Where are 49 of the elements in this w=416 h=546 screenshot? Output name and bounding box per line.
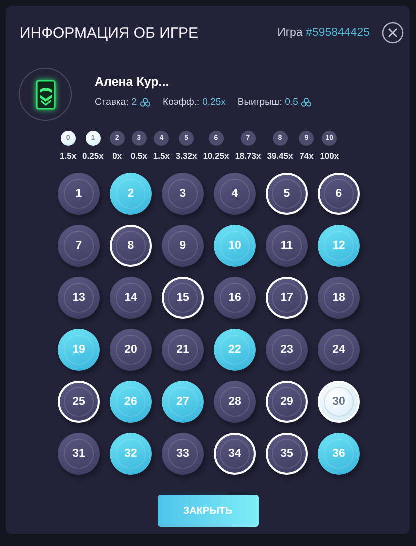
stat-label: Ставка:	[95, 97, 129, 108]
multiplier: 39.45x	[267, 151, 294, 161]
number-ball[interactable]: 3	[162, 173, 204, 215]
number-ball[interactable]: 14	[110, 277, 152, 319]
number-ball[interactable]: 23	[266, 329, 308, 371]
number-ball[interactable]: 6	[318, 173, 360, 215]
multiplier: 18.73x	[235, 151, 262, 161]
multiplier: 0.25x	[82, 151, 104, 161]
stat-label: Выигрыш:	[238, 97, 282, 108]
game-id: Игра #595844425	[278, 27, 370, 39]
dialog-title: ИНФОРМАЦИЯ ОБ ИГРЕ	[20, 24, 200, 42]
number-ball[interactable]: 21	[162, 329, 204, 371]
number-ball[interactable]: 31	[58, 433, 100, 475]
multiplier: 1.5x	[60, 151, 77, 161]
number-ball[interactable]: 1	[58, 173, 100, 215]
stat-value: 0.25x	[202, 97, 226, 108]
number-ball[interactable]: 9	[162, 225, 204, 267]
stat-value: 0.5	[285, 97, 298, 108]
number-ball[interactable]: 18	[318, 277, 360, 319]
player-name: Алена Кур...	[95, 75, 170, 89]
number-ball[interactable]: 20	[110, 329, 152, 371]
number-ball[interactable]: 13	[58, 277, 100, 319]
multiplier: 100x	[320, 151, 340, 161]
multiplier: 1.5x	[153, 151, 170, 161]
number-ball[interactable]: 11	[266, 225, 308, 267]
multiplier: 0x	[112, 151, 122, 161]
number-ball[interactable]: 8	[110, 225, 152, 267]
number-ball[interactable]: 34	[214, 433, 256, 475]
number-ball[interactable]: 35	[266, 433, 308, 475]
number-ball[interactable]: 16	[214, 277, 256, 319]
close-icon[interactable]	[382, 22, 404, 44]
multiplier: 10.25x	[203, 151, 230, 161]
number-ball[interactable]: 33	[162, 433, 204, 475]
number-ball[interactable]: 17	[266, 277, 308, 319]
number-ball[interactable]: 4	[214, 173, 256, 215]
stat-label: Коэфф.:	[163, 97, 200, 108]
multiplier: 3.32x	[176, 151, 198, 161]
chevron-badge-icon	[36, 80, 56, 110]
number-ball[interactable]: 30	[318, 381, 360, 423]
multiplier: 74x	[300, 151, 314, 161]
number-ball[interactable]: 28	[214, 381, 256, 423]
multiplier: 0.5x	[130, 151, 148, 161]
number-ball[interactable]: 29	[266, 381, 308, 423]
number-ball[interactable]: 25	[58, 381, 100, 423]
number-ball[interactable]: 7	[58, 225, 100, 267]
number-ball[interactable]: 15	[162, 277, 204, 319]
number-ball[interactable]: 5	[266, 173, 308, 215]
stat-value: 2	[132, 97, 138, 108]
number-ball[interactable]: 24	[318, 329, 360, 371]
